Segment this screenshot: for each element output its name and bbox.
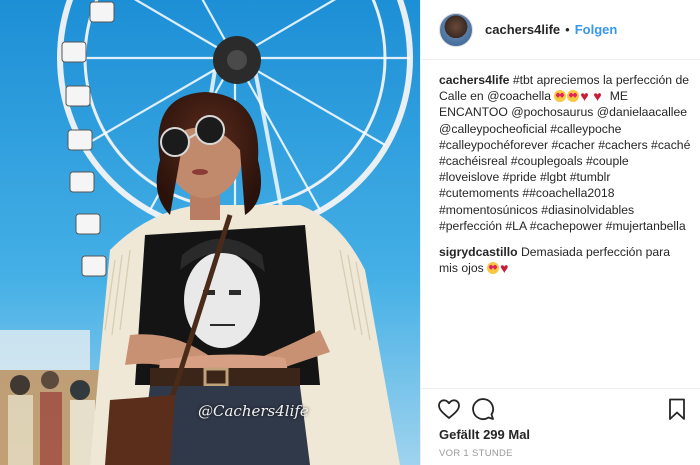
header-separator: • [565,22,570,37]
comment: cachers4life #tbt apreciemos la perfecci… [439,72,691,234]
post-timestamp[interactable]: VOR 1 STUNDE [439,448,513,459]
header-username[interactable]: cachers4life [485,22,560,37]
comment-list: cachers4life #tbt apreciemos la perfecci… [439,72,691,286]
follow-button[interactable]: Folgen [575,22,618,37]
avatar[interactable] [439,12,473,47]
red-heart-emoji [500,262,512,274]
post-side-panel: cachers4life • Folgen cachers4life #tbt … [420,0,700,465]
red-heart-emoji [580,90,592,102]
comment: sigrydcastillo Demasiada perfección para… [439,244,691,276]
instagram-post: @Cachers4life cachers4life • Folgen cach… [0,0,700,465]
photo-watermark: @Cachers4life [198,402,309,420]
like-count[interactable]: Gefällt 299 Mal [439,427,530,442]
bookmark-icon[interactable] [665,397,689,421]
heart-eyes-emoji [554,90,567,103]
speech-bubble-icon[interactable] [471,397,495,421]
comment-text: ME ENCANTOO @pochosaurus @danielaacallee… [439,89,691,233]
heart-outline-icon[interactable] [437,397,461,421]
comment-username[interactable]: cachers4life [439,73,509,87]
post-header: cachers4life • Folgen [421,0,700,60]
photo-illustration [0,0,420,465]
comment-username[interactable]: sigrydcastillo [439,245,518,259]
heart-eyes-emoji [567,90,580,103]
heart-eyes-emoji [487,262,500,275]
action-bar [421,388,700,424]
post-photo[interactable]: @Cachers4life [0,0,420,465]
red-heart-emoji [593,90,605,102]
